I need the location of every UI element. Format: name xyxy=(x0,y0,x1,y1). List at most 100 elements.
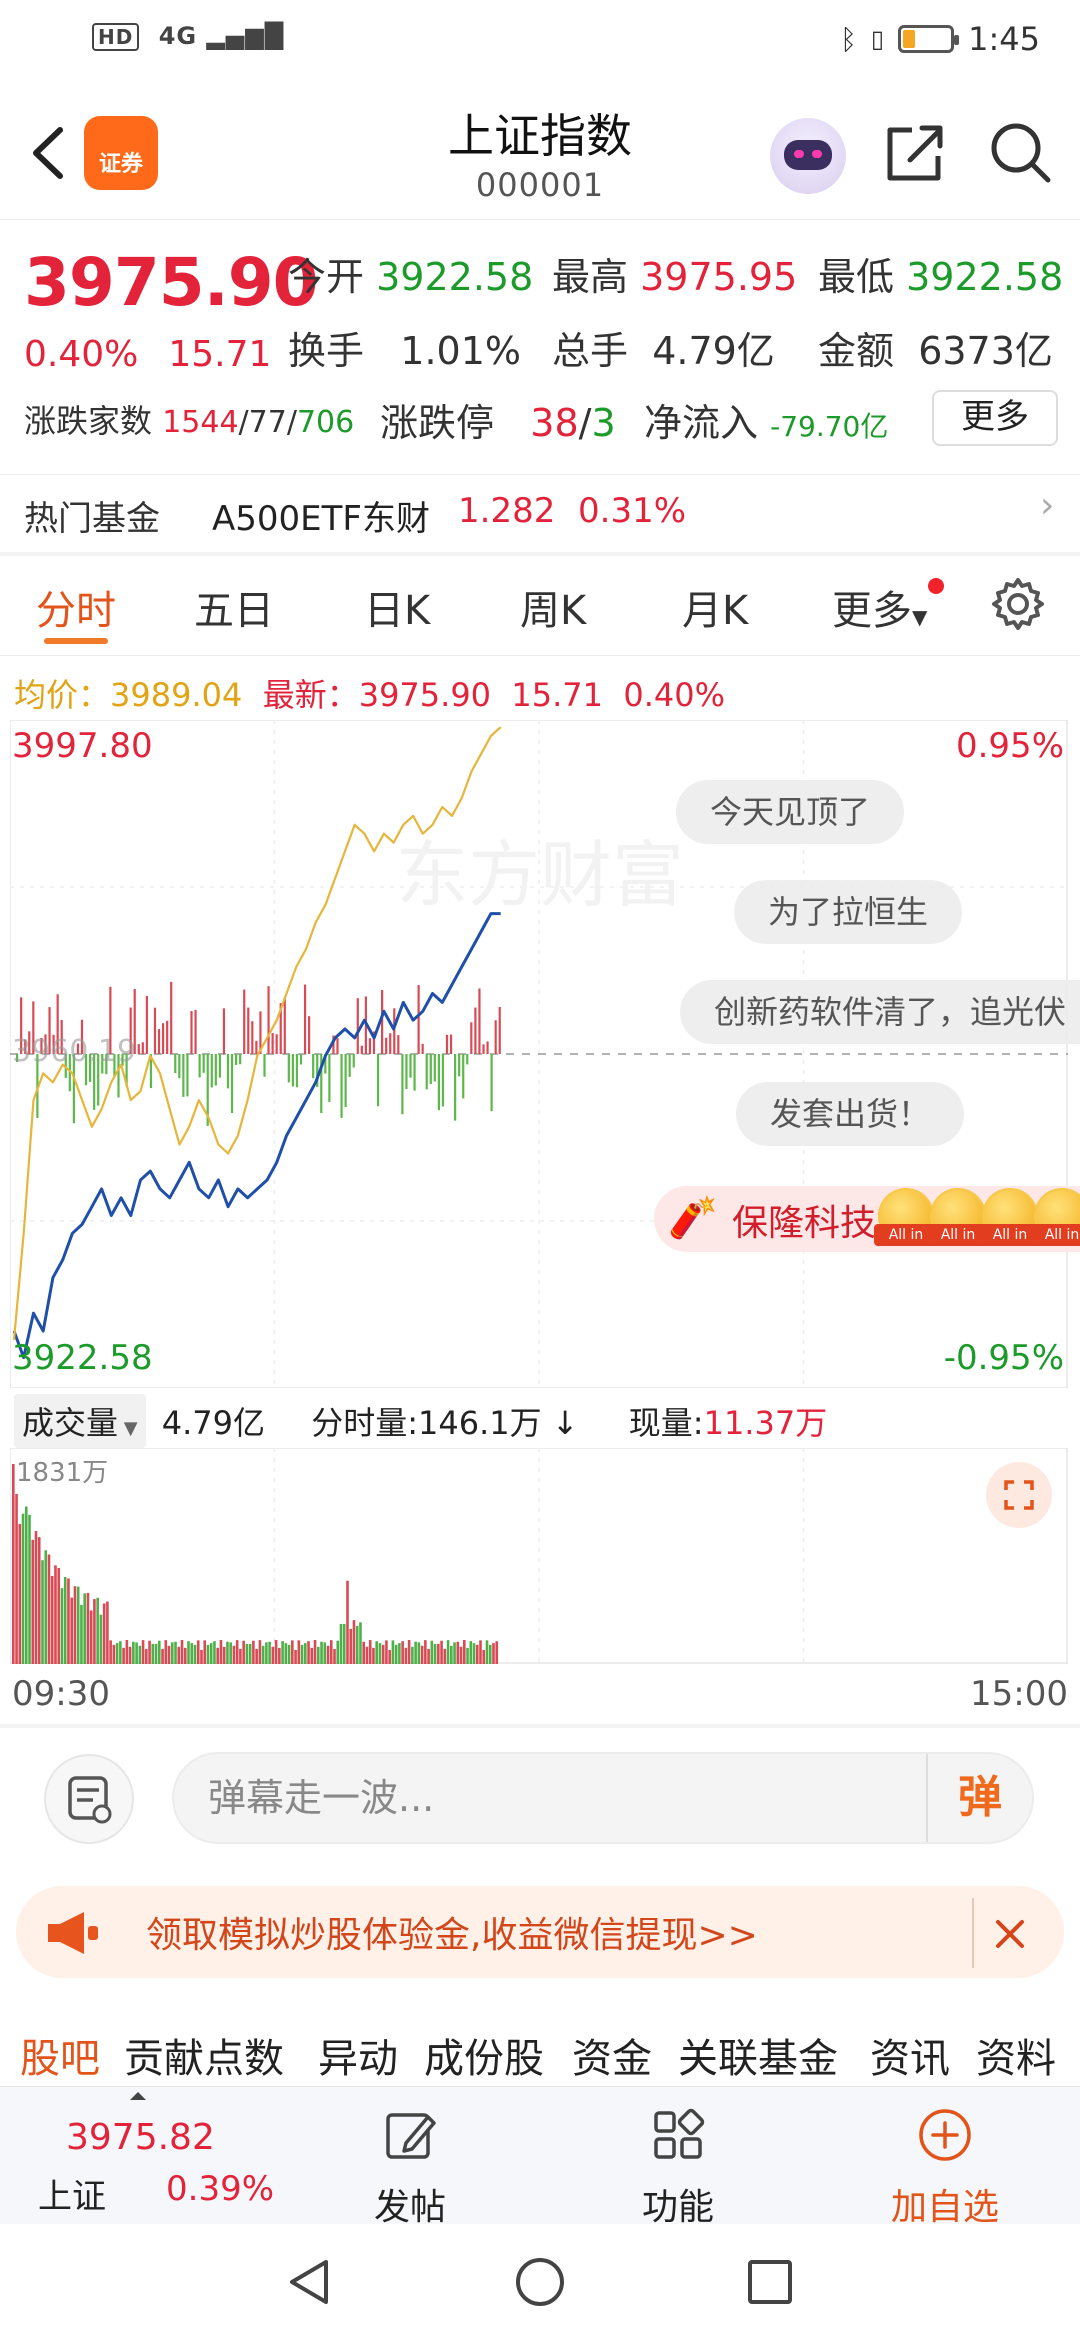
volume-bar xyxy=(174,1641,177,1664)
volume-bar xyxy=(122,1647,125,1664)
nav-back-icon[interactable] xyxy=(282,2254,338,2310)
expand-icon[interactable] xyxy=(986,1462,1052,1528)
quote-panel: 3975.90 0.40% 15.71 今开 3922.58 最高 3975.95… xyxy=(0,222,1080,552)
danmaku-send-button[interactable]: 弹 xyxy=(926,1754,1032,1842)
volume-bar xyxy=(161,1648,164,1664)
breadth-down-bar xyxy=(409,1054,412,1078)
high-value: 3975.95 xyxy=(640,255,798,299)
share-icon[interactable] xyxy=(882,120,948,186)
nav-recents-icon[interactable] xyxy=(742,2254,798,2310)
volume-bar xyxy=(278,1647,281,1664)
vibrate-icon: ▯ xyxy=(870,25,885,53)
footer-index-pct[interactable]: 0.39% xyxy=(166,2169,274,2209)
y-axis-top-pct: 0.95% xyxy=(955,726,1064,766)
chevron-right-icon: › xyxy=(1040,485,1055,526)
tab-more[interactable]: 更多▼ xyxy=(832,578,927,636)
subtab-funds[interactable]: 资金 xyxy=(572,2026,652,2084)
change-percent: 0.40% xyxy=(24,334,139,375)
breadth-up-bar xyxy=(478,988,481,1054)
volume-bar xyxy=(320,1641,323,1664)
volume-bar xyxy=(229,1642,232,1664)
status-network: HD 4G ▂▄▆█ xyxy=(92,22,284,51)
promo-banner[interactable]: 领取模拟炒股体验金,收益微信提现>> xyxy=(16,1886,1064,1978)
volume-bar xyxy=(219,1640,223,1664)
volume-bar xyxy=(271,1646,275,1664)
tab-weekly-k[interactable]: 周K xyxy=(520,578,586,636)
nav-home-icon[interactable] xyxy=(512,2254,568,2310)
subtab-news[interactable]: 资讯 xyxy=(870,2026,950,2084)
volume-bar xyxy=(145,1648,148,1664)
subtab-constituents[interactable]: 成份股 xyxy=(424,2026,544,2084)
breadth-up-bar xyxy=(303,984,307,1054)
breadth-down-bar xyxy=(239,1054,242,1065)
volume-bar xyxy=(83,1593,86,1664)
volume-bar xyxy=(148,1640,151,1664)
volume-bar xyxy=(394,1644,398,1664)
volume-selector[interactable]: 成交量 ▼ xyxy=(14,1394,146,1448)
function-button[interactable]: 功能 xyxy=(628,2107,728,2230)
tab-monthly-k[interactable]: 月K xyxy=(682,578,748,636)
subtab-profile[interactable]: 资料 xyxy=(976,2026,1056,2084)
breadth-down-bar xyxy=(454,1054,457,1121)
volume-bar xyxy=(226,1641,229,1664)
subtab-contribution[interactable]: 贡献点数 xyxy=(124,2026,284,2084)
post-button[interactable]: 发帖 xyxy=(360,2107,460,2230)
danmaku-bubble[interactable]: 今天见顶了 xyxy=(676,780,905,844)
grid-icon xyxy=(654,2108,705,2159)
breadth-down-bar xyxy=(312,1054,315,1079)
system-nav-bar xyxy=(0,2224,1080,2340)
volume-bar xyxy=(420,1645,424,1664)
danmaku-input[interactable]: 弹幕走一波... xyxy=(172,1752,1034,1844)
breadth-down-bar xyxy=(202,1054,205,1073)
breadth-up-bar xyxy=(486,1041,489,1054)
volume-bar xyxy=(232,1645,236,1664)
open-stat: 今开 3922.58 xyxy=(288,255,534,299)
divider xyxy=(0,1724,1080,1728)
tab-daily-k[interactable]: 日K xyxy=(364,578,430,636)
assistant-robot-icon[interactable] xyxy=(770,118,846,194)
footer-index-price[interactable]: 3975.82 xyxy=(66,2117,215,2158)
footer-index-name[interactable]: 上证 xyxy=(38,2169,106,2218)
volume-bar xyxy=(216,1647,220,1664)
volume-bar xyxy=(196,1640,200,1664)
more-stats-button[interactable]: 更多 xyxy=(932,390,1058,446)
close-icon[interactable] xyxy=(972,1898,1042,1968)
hot-fund-row[interactable]: 热门基金 A500ETF东财 1.282 0.31% › xyxy=(0,474,1080,550)
breadth-down-bar xyxy=(198,1054,201,1078)
danmaku-settings-icon[interactable] xyxy=(44,1754,134,1844)
tab-five-day[interactable]: 五日 xyxy=(194,578,274,636)
breadth-down-bar xyxy=(230,1054,234,1114)
volume-bar xyxy=(222,1646,226,1664)
breadth-down-bar xyxy=(287,1054,290,1083)
settings-gear-icon[interactable] xyxy=(990,576,1046,632)
danmaku-bubble[interactable]: 创新药软件清了，追光伏 xyxy=(680,980,1080,1044)
danmaku-bubble[interactable]: 发套出货！ xyxy=(736,1082,965,1146)
volume-total: 4.79亿 xyxy=(161,1404,266,1442)
volume-chart[interactable]: 1831万 xyxy=(9,1447,1068,1664)
breadth-down-bar xyxy=(295,1054,299,1088)
volume-bar xyxy=(443,1648,447,1664)
subtab-related-funds[interactable]: 关联基金 xyxy=(678,2026,838,2084)
intraday-chart[interactable]: 东方财富 3997.80 0.95% 3922.58 -0.95% 3960.1… xyxy=(10,720,1068,1388)
breadth-up-bar xyxy=(283,998,286,1054)
search-icon[interactable] xyxy=(988,120,1054,186)
breadth-up-bar xyxy=(397,1035,400,1054)
tab-intraday[interactable]: 分时 xyxy=(36,578,116,636)
volume-bar xyxy=(106,1601,109,1664)
volume-bar xyxy=(15,1494,18,1664)
volume-bar xyxy=(70,1597,74,1664)
add-watchlist-button[interactable]: 加自选 xyxy=(880,2107,1010,2230)
volume-bar xyxy=(329,1640,333,1664)
breadth-down-bar xyxy=(328,1054,331,1102)
breadth-up-bar xyxy=(474,1007,477,1054)
volume-bar xyxy=(158,1640,161,1664)
price-line xyxy=(12,912,501,1360)
volume-bar xyxy=(21,1513,25,1664)
volume-bar xyxy=(135,1642,138,1664)
breadth-up-bar xyxy=(482,1044,485,1054)
subtab-movement[interactable]: 异动 xyxy=(318,2026,398,2084)
subtab-forum[interactable]: 股吧 xyxy=(20,2026,100,2084)
breadth-up-bar xyxy=(267,986,270,1054)
danmaku-bubble[interactable]: 为了拉恒生 xyxy=(734,880,963,944)
breadth-down-bar xyxy=(437,1054,440,1111)
